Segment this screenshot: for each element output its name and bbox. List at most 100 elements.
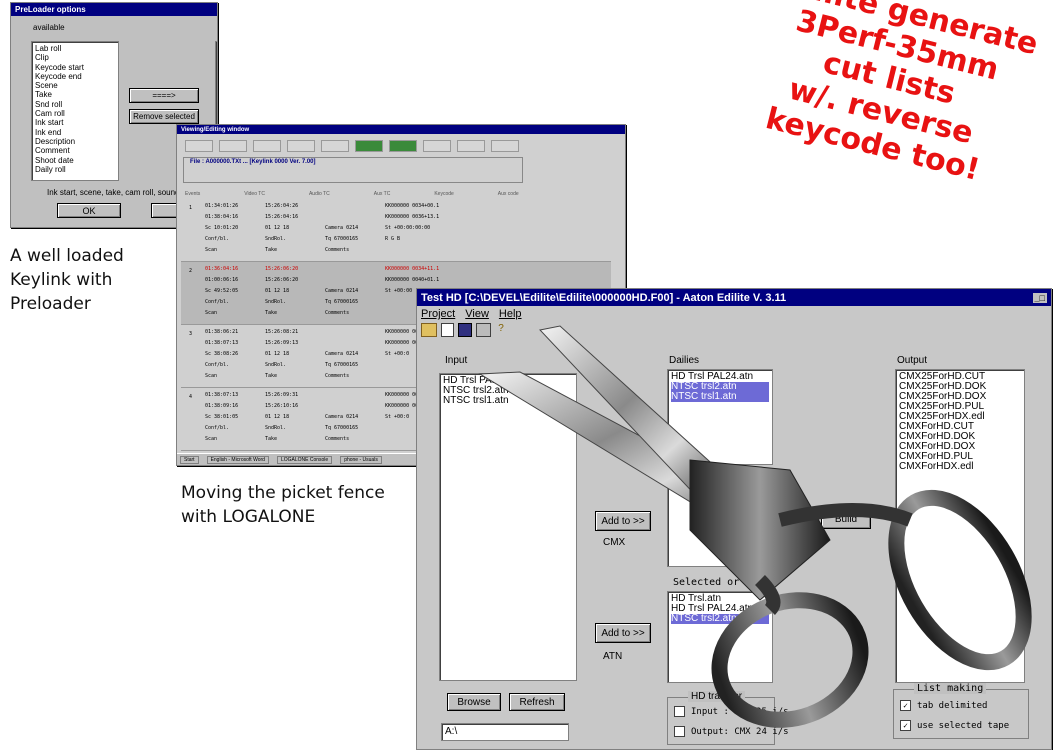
add-to-cmx-button[interactable]: Add to >> — [595, 511, 651, 531]
path-field[interactable]: A:\ — [441, 723, 569, 741]
atn-label: ATN — [603, 651, 623, 662]
toolbar-button[interactable] — [253, 140, 281, 152]
selected-list-item[interactable]: NTSC trsl2.atn — [671, 614, 769, 624]
taskbar-item[interactable]: LOGALONE Console — [276, 455, 333, 464]
event-cell: KK000000 0036+13.1 — [385, 214, 440, 220]
input-list[interactable]: HD Trsl PAL24.atn NTSC trsl2.atn NTSC trsl… — [439, 373, 577, 681]
taskbar-item[interactable]: English - Microsoft Word — [206, 455, 269, 464]
event-cell — [325, 392, 385, 398]
add-field-button[interactable]: ====> — [129, 88, 199, 103]
toolbar-button[interactable] — [491, 140, 519, 152]
list-item[interactable]: Cam roll — [35, 109, 115, 118]
dailies-label: Dailies — [669, 355, 700, 366]
use-selected-tape-option[interactable]: ✓ use selected tape — [900, 720, 1009, 731]
build-button[interactable]: Build — [821, 509, 871, 529]
available-list[interactable]: Lab roll Clip Keycode start Keycode end Scen… — [31, 41, 119, 181]
event-cell: Tq 67000165 — [325, 425, 359, 431]
refresh-button[interactable]: Refresh — [509, 693, 565, 711]
hd-input-checkbox[interactable] — [674, 706, 685, 717]
ok-button[interactable]: OK — [57, 203, 121, 218]
event-cell: Comments — [325, 310, 350, 316]
headline: Edilite generate 3Perf-35mm cut lists w/… — [713, 0, 1055, 200]
available-label: available — [33, 23, 65, 32]
event-number: 4 — [189, 394, 193, 400]
event-cell: Camera 0214 — [325, 351, 359, 357]
remove-selected-button[interactable]: Remove selected — [129, 109, 199, 124]
event-cell: 01:38:07:13 — [205, 392, 239, 398]
toolbar-button[interactable] — [321, 140, 349, 152]
toolbar-button[interactable] — [287, 140, 315, 152]
event-cell: 15:26:10:16 — [265, 403, 299, 409]
list-item[interactable]: Comment — [35, 146, 115, 155]
event-cell: Sc 10:01:20 — [205, 225, 239, 231]
hd-input-text: Input : CMX 25 i/s — [691, 707, 789, 717]
taskbar-item[interactable]: phone - Usuals — [340, 455, 382, 464]
event-cell: 01:38:04:16 — [205, 214, 239, 220]
tab-delimited-checkbox[interactable]: ✓ — [900, 700, 911, 711]
taskbar-item[interactable]: Start — [180, 455, 199, 464]
tab-delimited-option[interactable]: ✓ tab delimited — [900, 700, 987, 711]
list-item[interactable]: Lab roll — [35, 44, 115, 53]
list-item[interactable]: Description — [35, 137, 115, 146]
event-cell: Take — [265, 436, 278, 442]
output-list-item[interactable]: CMXForHDX.edl — [899, 462, 1021, 472]
keylink-caption-line: Keylink with — [10, 270, 113, 290]
list-item[interactable]: Clip — [35, 53, 115, 62]
toolbar-button[interactable] — [355, 140, 383, 152]
event-cell: 01:38:06:21 — [205, 329, 239, 335]
toolbar-button[interactable] — [457, 140, 485, 152]
toolbar-button[interactable] — [423, 140, 451, 152]
event-cell — [325, 214, 385, 220]
event-cell: Tq 67000165 — [325, 362, 359, 368]
list-item[interactable]: Take — [35, 90, 115, 99]
logalone-title: Viewing/Editing window — [177, 125, 625, 134]
list-item[interactable]: Scene — [35, 81, 115, 90]
event-cell: SndRol. — [265, 425, 287, 431]
dailies-list-lower[interactable] — [667, 479, 773, 567]
menu-help[interactable]: Help — [499, 308, 522, 320]
input-list-item[interactable]: NTSC trsl1.atn — [443, 396, 573, 406]
event-cell: SndRol. — [265, 362, 287, 368]
list-item[interactable]: Ink end — [35, 128, 115, 137]
hd-output-option[interactable]: Output: CMX 24 i/s — [674, 726, 789, 737]
use-selected-tape-checkbox[interactable]: ✓ — [900, 720, 911, 731]
event-line: Scan Take Comments — [205, 373, 385, 379]
add-to-atn-button[interactable]: Add to >> — [595, 623, 651, 643]
window-controls[interactable]: _□ — [1032, 292, 1047, 303]
output-list[interactable]: CMX25ForHD.CUT CMX25ForHD.DOK CMX25ForHD.D… — [895, 369, 1025, 683]
selected-label: Selected or H — [673, 577, 752, 588]
menu-view[interactable]: View — [465, 308, 489, 320]
list-item[interactable]: Snd roll — [35, 100, 115, 109]
hd-output-checkbox[interactable] — [674, 726, 685, 737]
print-icon[interactable] — [476, 323, 491, 337]
event-cell — [325, 329, 385, 335]
file-line: File : A000000.TXt ... [Keylink 0000 Ver… — [190, 159, 316, 165]
logalone-caption-line: with LOGALONE — [181, 507, 316, 527]
dailies-list[interactable]: HD Trsl PAL24.atn NTSC trsl2.atn NTSC trsl… — [667, 369, 773, 465]
toolbar-button[interactable] — [185, 140, 213, 152]
open-folder-icon[interactable] — [421, 323, 437, 337]
dailies-list-item[interactable]: NTSC trsl1.atn — [671, 392, 769, 402]
list-item[interactable]: Shoot date — [35, 156, 115, 165]
event-cell — [325, 277, 385, 283]
new-file-icon[interactable] — [441, 323, 454, 337]
help-icon[interactable]: ? — [495, 323, 507, 335]
list-item[interactable]: Ink start — [35, 118, 115, 127]
event-cell: Comments — [325, 436, 350, 442]
event-cell: 15:26:08:21 — [265, 329, 299, 335]
browse-button[interactable]: Browse — [447, 693, 501, 711]
event-cell: Camera 0214 — [325, 288, 359, 294]
toolbar-button[interactable] — [219, 140, 247, 152]
list-making-group: List making ✓ tab delimited ✓ use selected… — [893, 683, 1029, 739]
column-header: Video TC — [244, 191, 265, 197]
selected-list[interactable]: HD Trsl.atn HD Trsl PAL24.atn NTSC trsl2.a… — [667, 591, 773, 683]
toolbar-button[interactable] — [389, 140, 417, 152]
list-item[interactable]: Keycode start — [35, 63, 115, 72]
hd-input-option[interactable]: Input : CMX 25 i/s — [674, 706, 789, 717]
menu-project[interactable]: Project — [421, 308, 455, 320]
event-row[interactable]: 1 01:34:01:26 15:26:04:26 KK000000 0034+00.… — [181, 199, 611, 262]
list-item[interactable]: Daily roll — [35, 165, 115, 174]
save-icon[interactable] — [458, 323, 472, 337]
logalone-caption-line: Moving the picket fence — [181, 483, 385, 503]
list-item[interactable]: Keycode end — [35, 72, 115, 81]
